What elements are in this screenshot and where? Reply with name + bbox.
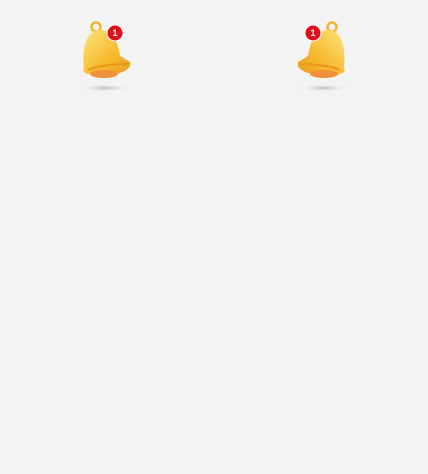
notification-bell-right[interactable]: 1	[290, 18, 354, 94]
bell-icon	[79, 21, 131, 92]
notification-bell-left[interactable]: 1	[74, 18, 138, 94]
bell-icon	[297, 21, 349, 92]
badge-count: 1	[310, 28, 316, 38]
badge-count: 1	[112, 28, 118, 38]
